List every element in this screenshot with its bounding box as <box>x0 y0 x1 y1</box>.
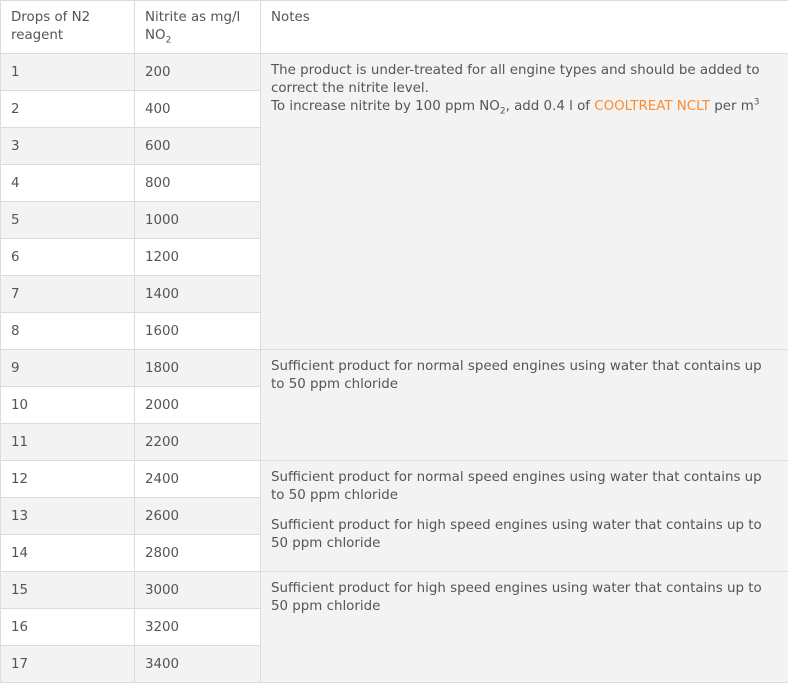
nitrite-cell: 2200 <box>135 424 261 461</box>
cooltreat-nclt-link[interactable]: COOLTREAT NCLT <box>594 99 710 114</box>
note-normal-speed: Sufficient product for normal speed engi… <box>271 469 778 505</box>
nitrite-cell: 1400 <box>135 276 261 313</box>
note-high-speed: Sufficient product for high speed engine… <box>271 580 778 616</box>
note-per-text: per m <box>710 99 754 114</box>
drops-cell: 11 <box>1 424 135 461</box>
header-nitrite-unit: NO <box>145 28 166 43</box>
drops-cell: 13 <box>1 498 135 535</box>
nitrite-cell: 200 <box>135 54 261 91</box>
header-notes-label: Notes <box>271 10 310 25</box>
header-notes: Notes <box>261 1 788 54</box>
note-normal-speed: Sufficient product for normal speed engi… <box>271 358 778 394</box>
drops-cell: 4 <box>1 165 135 202</box>
table-row: 15 3000 Sufficient product for high spee… <box>1 572 788 609</box>
table-row: 1 200 The product is under-treated for a… <box>1 54 788 91</box>
nitrite-cell: 1000 <box>135 202 261 239</box>
nitrite-cell: 1600 <box>135 313 261 350</box>
header-nitrite: Nitrite as mg/l NO2 <box>135 1 261 54</box>
note-increase-nitrite: To increase nitrite by 100 ppm NO2, add … <box>271 98 778 116</box>
header-drops-label: Drops of N2 reagent <box>11 10 90 43</box>
note-increase-text: To increase nitrite by 100 ppm NO <box>271 99 500 114</box>
drops-cell: 3 <box>1 128 135 165</box>
nitrite-cell: 400 <box>135 91 261 128</box>
drops-cell: 14 <box>1 535 135 572</box>
nitrite-table: Drops of N2 reagent Nitrite as mg/lNO2 N… <box>0 0 788 683</box>
drops-cell: 5 <box>1 202 135 239</box>
notes-cell-normal-speed: Sufficient product for normal speed engi… <box>261 350 788 461</box>
header-drops: Drops of N2 reagent <box>1 1 135 54</box>
note-m3-sup: 3 <box>754 98 760 108</box>
header-nitrite-label: Nitrite as mg/l <box>145 10 240 25</box>
notes-cell-high-speed: Sufficient product for high speed engine… <box>261 572 788 683</box>
nitrite-cell: 3200 <box>135 609 261 646</box>
drops-cell: 6 <box>1 239 135 276</box>
nitrite-cell: 2800 <box>135 535 261 572</box>
drops-cell: 15 <box>1 572 135 609</box>
drops-cell: 10 <box>1 387 135 424</box>
note-high-speed: Sufficient product for high speed engine… <box>271 517 778 553</box>
note-undertreated: The product is under-treated for all eng… <box>271 62 778 98</box>
nitrite-cell: 3000 <box>135 572 261 609</box>
notes-cell-normal-and-high-speed: Sufficient product for normal speed engi… <box>261 461 788 572</box>
header-nitrite-unit-sub: 2 <box>166 36 172 46</box>
table-row: 9 1800 Sufficient product for normal spe… <box>1 350 788 387</box>
nitrite-cell: 3400 <box>135 646 261 683</box>
nitrite-cell: 2600 <box>135 498 261 535</box>
drops-cell: 1 <box>1 54 135 91</box>
nitrite-cell: 800 <box>135 165 261 202</box>
nitrite-cell: 1200 <box>135 239 261 276</box>
header-row: Drops of N2 reagent Nitrite as mg/l NO2 N… <box>1 1 788 54</box>
nitrite-cell: 2000 <box>135 387 261 424</box>
drops-cell: 7 <box>1 276 135 313</box>
drops-cell: 2 <box>1 91 135 128</box>
table-row: 12 2400 Sufficient product for normal sp… <box>1 461 788 498</box>
drops-cell: 8 <box>1 313 135 350</box>
drops-cell: 9 <box>1 350 135 387</box>
notes-cell-undertreated: The product is under-treated for all eng… <box>261 54 788 350</box>
nitrite-cell: 1800 <box>135 350 261 387</box>
drops-cell: 16 <box>1 609 135 646</box>
note-add-text: , add 0.4 l of <box>506 99 595 114</box>
nitrite-cell: 600 <box>135 128 261 165</box>
nitrite-cell: 2400 <box>135 461 261 498</box>
drops-cell: 17 <box>1 646 135 683</box>
drops-cell: 12 <box>1 461 135 498</box>
